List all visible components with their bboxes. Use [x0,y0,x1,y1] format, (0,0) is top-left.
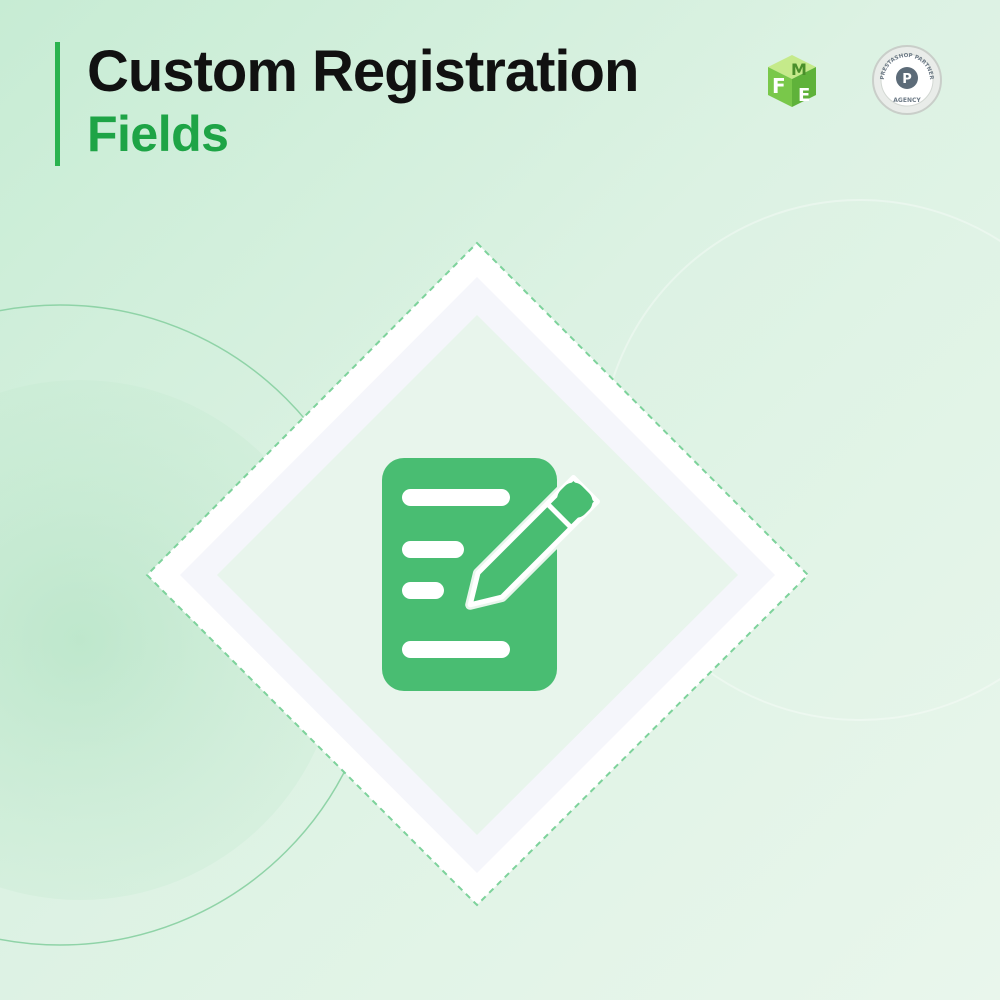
document-line-3 [402,582,444,599]
feature-diamond [145,241,810,907]
document-line-4 [402,641,510,658]
document-line-2 [402,541,464,558]
document-line-1 [402,489,510,506]
